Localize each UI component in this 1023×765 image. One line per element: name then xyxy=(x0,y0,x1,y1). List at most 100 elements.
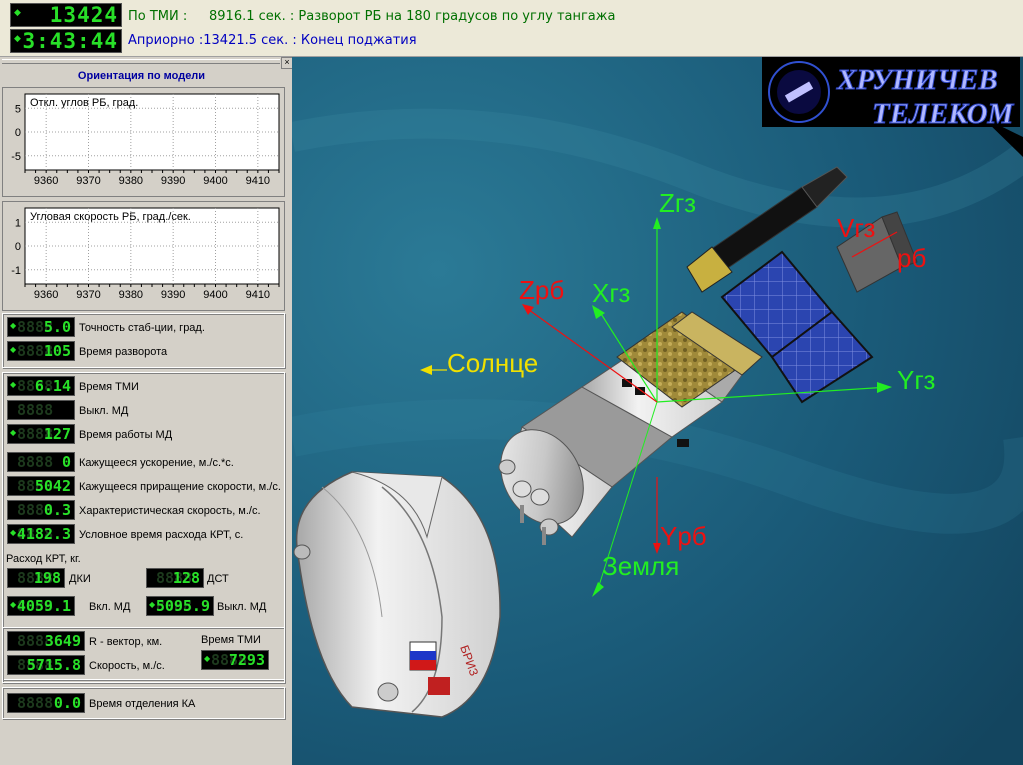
separation-time-label: Время отделения КА xyxy=(89,698,196,710)
speed-display: 8888 5715.8 xyxy=(7,655,85,675)
separation-group: 8888 0.0 Время отделения КА xyxy=(2,687,285,719)
apriori-status-text: Априорно :13421.5 сек. : Конец поджатия xyxy=(128,33,417,48)
turn-time-label: Время разворота xyxy=(79,346,168,358)
x-tick-label: 9370 xyxy=(76,175,100,187)
khrunichev-telecom-logo: ХРУНИЧЕВ ТЕЛЕКОМ xyxy=(762,57,1020,131)
earth-label: Земля xyxy=(602,551,679,581)
tmi-time-display: 8888 ◆ 6.14 xyxy=(7,376,75,396)
time-clock-value: 3:43:44 xyxy=(22,29,118,53)
x-tick-label: 9360 xyxy=(34,289,58,301)
md-off-consumption-label: Выкл. МД xyxy=(217,601,267,613)
krt-time-display: 8888 ◆ 4182.3 xyxy=(7,524,75,544)
marker-icon: ◆ xyxy=(10,345,17,354)
y-gz-label: Yгз xyxy=(897,365,935,395)
r-vector-display: 8888 3649 xyxy=(7,631,85,651)
top-status-bar: ◆ 13424 ◆ 3:43:44 По ТМИ : 8916.1 сек. :… xyxy=(0,0,1023,57)
mission-clock-value: 13424 xyxy=(49,3,118,27)
x-tick-label: 9410 xyxy=(246,289,270,301)
apparent-accel-label: Кажущееся ускорение, м./с.*с. xyxy=(79,457,234,469)
dki-display: 8888 198 xyxy=(7,568,65,588)
dst-display: 8888 128 xyxy=(146,568,204,588)
lcd-ghost-digits: 8888 xyxy=(17,401,54,419)
marker-icon: ◆ xyxy=(10,380,17,389)
marker-icon: ◆ xyxy=(149,600,156,609)
y-tick-label: 5 xyxy=(15,103,21,115)
lcd-ghost-digits: 8888 xyxy=(17,453,54,471)
md-off-consumption-display: 8888 ◆ 5095.9 xyxy=(146,596,214,616)
md-work-time-label: Время работы МД xyxy=(79,429,173,441)
y-tick-label: 0 xyxy=(15,241,21,253)
speed-label: Скорость, м./с. xyxy=(89,660,165,672)
tmi-status-text: 8916.1 сек. : Разворот РБ на 180 градусо… xyxy=(209,9,616,24)
marker-icon: ◆ xyxy=(10,528,17,537)
marker-icon: ◆ xyxy=(10,428,17,437)
scene-canvas: ХРУНИЧЕВ ТЕЛЕКОМ БРИЗ Zгз Xгз Yгз Vгз рб… xyxy=(292,57,1023,765)
x-tick-label: 9390 xyxy=(161,289,185,301)
orbit-group: 8888 3649 R - вектор, км. 8888 5715.8 Скор… xyxy=(2,627,285,683)
x-tick-label: 9380 xyxy=(119,175,143,187)
usa-flag xyxy=(428,677,450,695)
logo-line2: ТЕЛЕКОМ xyxy=(872,98,1015,130)
y-tick-label: -5 xyxy=(11,151,21,163)
md-on-consumption-label: Вкл. МД xyxy=(89,601,131,613)
angular-velocity-chart: Угловая скорость РБ, град./сек. 9360 9370 9… xyxy=(2,201,285,311)
sun-label: Солнце xyxy=(447,348,538,378)
x-gz-label: Xгз xyxy=(592,278,630,308)
x-tick-label: 9390 xyxy=(161,175,185,187)
x-tick-label: 9410 xyxy=(246,175,270,187)
apparent-velocity-gain-label: Кажущееся приращение скорости, м./с. xyxy=(79,481,281,493)
panel-title: Ориентация по модели xyxy=(77,70,206,82)
stab-accuracy-display: 8888 ◆ 5.0 xyxy=(7,317,75,337)
marker-icon: ◆ xyxy=(10,321,17,330)
x-tick-label: 9380 xyxy=(119,289,143,301)
tmi-time-label: Время ТМИ xyxy=(79,381,139,393)
z-gz-label: Zгз xyxy=(659,188,696,218)
r-vector-label: R - вектор, км. xyxy=(89,636,163,648)
x-tick-label: 9370 xyxy=(76,289,100,301)
dki-label: ДКИ xyxy=(69,573,91,585)
clock-marker-icon: ◆ xyxy=(14,7,21,17)
marker-icon: ◆ xyxy=(204,654,211,663)
marker-icon: ◆ xyxy=(10,600,17,609)
x-tick-label: 9400 xyxy=(203,289,227,301)
apparent-accel-display: 8888 0 xyxy=(7,452,75,472)
angle-deviation-chart: Откл. углов РБ, град. 9360 9370 9380 9390 940… xyxy=(2,87,285,197)
close-icon: × xyxy=(284,57,290,67)
char-velocity-label: Характеристическая скорость, м./с. xyxy=(79,505,261,517)
x-tick-label: 9360 xyxy=(34,175,58,187)
mission-clock-display: ◆ 13424 xyxy=(10,3,122,27)
md-off-display: 8888 xyxy=(7,400,75,420)
md-work-time-display: 8888 ◆ 127 xyxy=(7,424,75,444)
y-tick-label: 1 xyxy=(15,217,21,229)
turn-time-display: 8888 ◆ 105 xyxy=(7,341,75,361)
stab-accuracy-label: Точность стаб-ции, град. xyxy=(79,322,205,334)
angle-deviation-plot: Откл. углов РБ, град.9360 9370 9380 9390 940… xyxy=(11,93,280,187)
tmi-time-small-label: Время ТМИ xyxy=(201,634,261,646)
x-tick-label: 9400 xyxy=(203,175,227,187)
x-rb-label: рб xyxy=(897,243,926,273)
chart-title: Угловая скорость РБ, град./сек. xyxy=(30,211,191,223)
y-tick-label: -1 xyxy=(11,265,21,277)
y-rb-label: Yрб xyxy=(660,521,707,551)
tmi-label: По ТМИ : xyxy=(128,9,188,24)
3d-scene-viewport[interactable]: ХРУНИЧЕВ ТЕЛЕКОМ БРИЗ Zгз Xгз Yгз Vгз рб… xyxy=(292,57,1023,765)
angular-velocity-plot: Угловая скорость РБ, град./сек. 9360 9370 9… xyxy=(11,207,280,301)
z-rb-label: Zрб xyxy=(519,275,564,305)
separation-time-display: 8888 0.0 xyxy=(7,693,85,713)
v-gz-label: Vгз xyxy=(837,213,875,243)
md-off-label: Выкл. МД xyxy=(79,405,129,417)
orientation-panel: × Ориентация по модели Откл. углов РБ, г… xyxy=(0,57,293,765)
tmi-time-small-display: 8888 ◆ 7293 xyxy=(201,650,269,670)
char-velocity-display: 8888 0.3 xyxy=(7,500,75,520)
md-on-consumption-display: 8888 ◆ 4059.1 xyxy=(7,596,75,616)
time-clock-display: ◆ 3:43:44 xyxy=(10,29,122,53)
dst-label: ДСТ xyxy=(207,573,229,585)
apparent-velocity-gain-display: 8888 5042 xyxy=(7,476,75,496)
lcd-ghost-digits: 8888 xyxy=(17,694,54,712)
krt-time-label: Условное время расхода КРТ, с. xyxy=(79,529,244,541)
logo-line1: ХРУНИЧЕВ xyxy=(836,64,998,96)
stabilization-group: 8888 ◆ 5.0 Точность стаб-ции, град. 8888 ◆ 1… xyxy=(2,313,285,368)
y-tick-label: 0 xyxy=(15,127,21,139)
krt-consumption-title: Расход КРТ, кг. xyxy=(6,553,81,565)
clock-marker-icon: ◆ xyxy=(14,33,21,43)
